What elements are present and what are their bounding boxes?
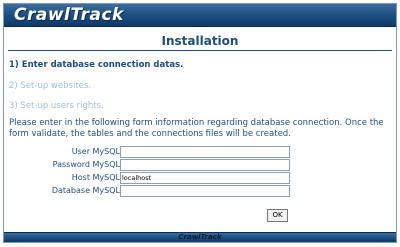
intro-text: Please enter in the following form infor…	[9, 118, 384, 139]
database-row: Database MySQL	[4, 185, 396, 197]
ok-button[interactable]: OK	[267, 209, 288, 222]
title-divider	[8, 50, 392, 51]
database-label: Database MySQL	[51, 186, 120, 195]
host-row: Host MySQL localhost	[4, 172, 396, 184]
user-row: User MySQL	[4, 146, 396, 158]
footer-logo: CrawlTrack	[178, 233, 222, 241]
footer-bar: CrawlTrack	[4, 232, 396, 242]
step-1: 1) Enter database connection datas.	[9, 60, 184, 70]
installer-window: CrawlTrack Installation 1) Enter databas…	[3, 3, 397, 243]
password-input[interactable]	[120, 159, 290, 171]
page-title: Installation	[161, 34, 239, 48]
password-label: Password MySQL	[52, 160, 120, 169]
step-2: 2) Set-up websites.	[9, 81, 91, 91]
host-label: Host MySQL	[71, 173, 120, 182]
host-input[interactable]: localhost	[120, 172, 290, 184]
user-label: User MySQL	[71, 147, 120, 156]
user-input[interactable]	[120, 146, 290, 158]
database-input[interactable]	[120, 185, 290, 197]
step-3: 3) Set-up users rights.	[9, 101, 104, 111]
crawltrack-logo: CrawlTrack	[14, 5, 124, 25]
header-bar: CrawlTrack	[4, 4, 396, 27]
password-row: Password MySQL	[4, 159, 396, 171]
